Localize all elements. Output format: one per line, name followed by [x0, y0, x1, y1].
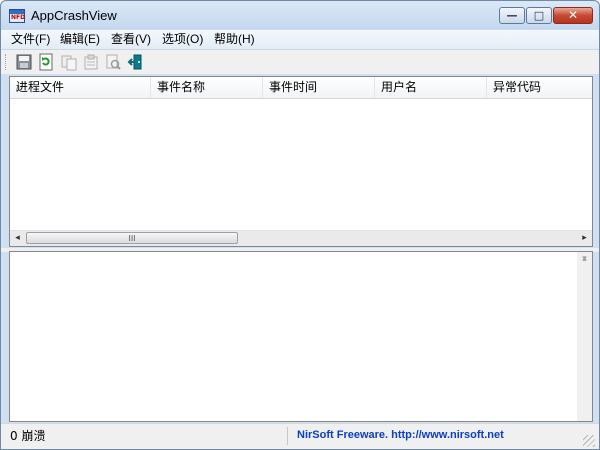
crash-count: 0 崩溃 [10, 429, 46, 443]
crash-list[interactable]: 进程文件 / 事件名称 事件时间 用户名 异常代码 ◂ III ▸ [9, 76, 593, 247]
save-icon [16, 54, 32, 70]
vertical-scrollbar[interactable]: ▴ ▾ [577, 252, 592, 421]
resize-grip-icon[interactable] [583, 435, 595, 447]
find-button[interactable] [104, 53, 122, 71]
status-count-panel: 0 崩溃 [4, 427, 288, 445]
close-button[interactable]: ✕ [553, 7, 593, 24]
scroll-down-icon[interactable]: ▾ [577, 252, 592, 268]
find-icon [106, 54, 121, 70]
column-user-name[interactable]: 用户名 [375, 77, 487, 98]
copy-button[interactable] [60, 53, 78, 71]
nirsoft-link[interactable]: NirSoft Freeware. http://www.nirsoft.net [297, 429, 504, 441]
properties-button[interactable] [82, 53, 100, 71]
menu-edit[interactable]: 编辑(E) [58, 32, 102, 47]
horizontal-scrollbar[interactable]: ◂ III ▸ [10, 230, 592, 246]
refresh-button[interactable] [37, 53, 55, 71]
exit-button[interactable] [126, 53, 144, 71]
toolbar-grip[interactable] [5, 54, 9, 70]
scroll-right-icon[interactable]: ▸ [577, 231, 592, 246]
menu-bar: 文件(F) 编辑(E) 查看(V) 选项(O) 帮助(H) [1, 30, 599, 50]
details-pane[interactable]: ▴ ▾ [9, 251, 593, 422]
column-process-file[interactable]: 进程文件 / [10, 77, 151, 98]
minimize-icon: — [506, 9, 518, 22]
save-button[interactable] [15, 53, 33, 71]
app-window: NFD AppCrashView — □ ✕ 文件(F) 编辑(E) 查看(V)… [0, 0, 600, 450]
properties-icon [84, 54, 98, 70]
column-event-time[interactable]: 事件时间 [263, 77, 375, 98]
menu-help[interactable]: 帮助(H) [212, 32, 257, 47]
close-icon: ✕ [567, 8, 579, 22]
exit-icon [127, 54, 142, 70]
sort-indicator-icon: / [16, 80, 20, 94]
title-bar[interactable]: NFD AppCrashView — □ ✕ [1, 1, 599, 31]
app-icon: NFD [9, 9, 25, 23]
status-bar: 0 崩溃 NirSoft Freeware. http://www.nirsof… [1, 423, 599, 449]
menu-options[interactable]: 选项(O) [160, 32, 205, 47]
maximize-button[interactable]: □ [526, 7, 552, 24]
copy-icon [61, 55, 77, 71]
column-header: 进程文件 / 事件名称 事件时间 用户名 异常代码 [10, 77, 592, 99]
window-title: AppCrashView [31, 8, 117, 23]
minimize-button[interactable]: — [499, 7, 525, 24]
refresh-icon [39, 53, 53, 71]
maximize-icon: □ [533, 9, 545, 22]
caption-buttons: — □ ✕ [498, 7, 593, 25]
horizontal-scroll-thumb[interactable]: III [26, 232, 238, 244]
toolbar [1, 50, 599, 74]
menu-view[interactable]: 查看(V) [109, 32, 153, 47]
column-exception-code[interactable]: 异常代码 [487, 77, 592, 98]
menu-file[interactable]: 文件(F) [9, 32, 52, 47]
column-event-name[interactable]: 事件名称 [151, 77, 263, 98]
grip-icon: III [128, 234, 136, 243]
scroll-left-icon[interactable]: ◂ [10, 231, 25, 246]
